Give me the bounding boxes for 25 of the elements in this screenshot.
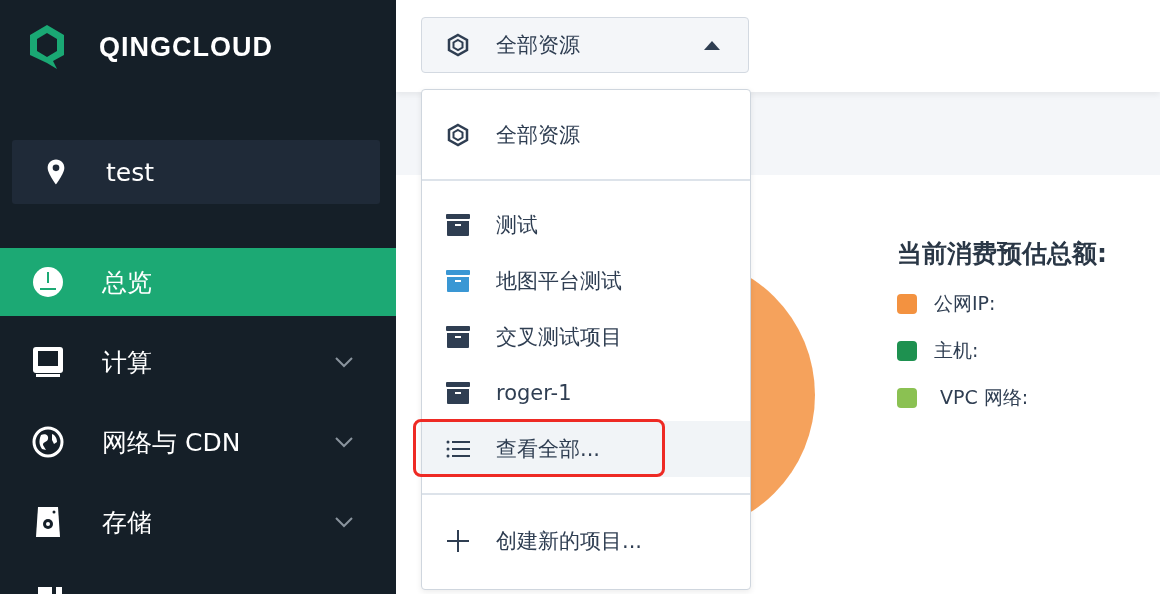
hexagon-icon	[446, 122, 470, 147]
hexagon-logo-icon	[27, 23, 67, 71]
globe-icon	[32, 426, 64, 458]
menu-item[interactable]: 交叉测试项目	[422, 309, 750, 365]
nav-item[interactable]: 计算	[0, 328, 396, 396]
menu-item[interactable]: roger-1	[422, 365, 750, 421]
legend-label: VPC 网络:	[939, 385, 1029, 410]
location-pin-icon	[46, 158, 66, 186]
zone-selector[interactable]: test	[12, 140, 380, 204]
hexagon-icon	[446, 33, 470, 57]
plus-icon	[446, 529, 470, 553]
resource-selector[interactable]: 全部资源	[421, 17, 749, 73]
menu-item[interactable]: 地图平台测试	[422, 253, 750, 309]
logo-text: QINGCLOUD	[99, 31, 273, 63]
legend-label: 公网IP:	[934, 291, 996, 316]
menu-item[interactable]: 创建新的项目...	[422, 513, 750, 569]
legend-label: 主机:	[934, 338, 979, 363]
nav-item[interactable]: 网络与 CDN	[0, 408, 396, 476]
monitor-icon	[32, 346, 64, 378]
summary-title: 当前消费预估总额:	[897, 238, 1108, 270]
nav-item[interactable]: 存储	[0, 488, 396, 556]
gauge-icon	[32, 266, 64, 298]
menu-item[interactable]: 全部资源	[422, 90, 750, 179]
menu-item[interactable]: 测试	[422, 197, 750, 253]
caret-up-icon	[704, 40, 720, 50]
